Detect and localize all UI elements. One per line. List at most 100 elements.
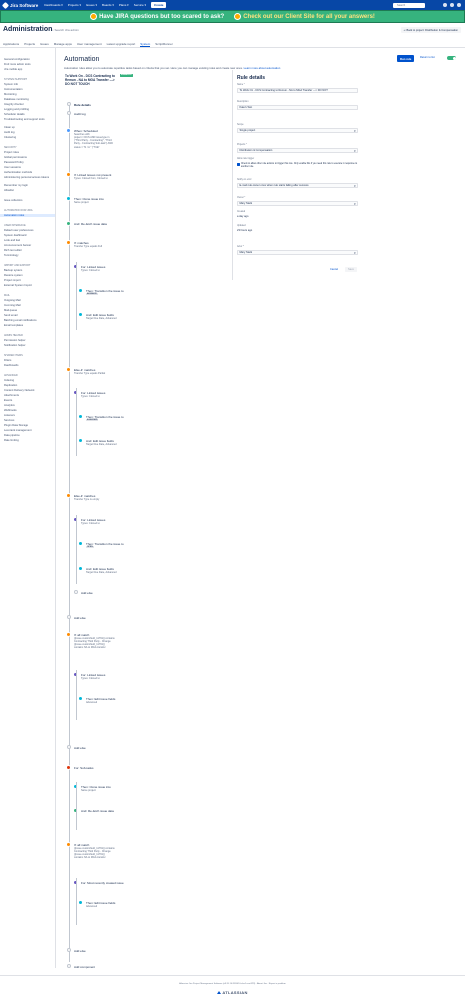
sidebar-item[interactable]: Incoming Mail	[4, 304, 21, 307]
sidebar-item[interactable]: Clustering	[4, 136, 16, 139]
top-nav-item[interactable]: Dashboards ▾	[44, 3, 63, 7]
cancel-button[interactable]: Cancel	[330, 268, 338, 271]
save-button[interactable]: Save	[345, 267, 357, 272]
settings-icon[interactable]	[450, 3, 454, 7]
sidebar-item[interactable]: Events	[4, 399, 12, 402]
sidebar-item[interactable]: Global permissions	[4, 156, 27, 159]
sidebar-item[interactable]: Webhooks	[4, 409, 17, 412]
flow-component-title[interactable]: Then: Transition the issue to	[86, 289, 124, 293]
sidebar-item[interactable]: Monitoring	[4, 93, 17, 96]
field-input[interactable]: Distribution & Compensation	[237, 148, 358, 153]
sidebar-item[interactable]: Send email	[4, 314, 17, 317]
sidebar-item[interactable]: Issue collectors	[4, 199, 23, 202]
field-input[interactable]: Single project	[237, 128, 358, 133]
flow-component-title[interactable]: For: Sub-tasks	[74, 766, 94, 770]
sidebar-item[interactable]: Dashboards	[4, 364, 19, 367]
rule-nav-item[interactable]: Rule details	[74, 103, 91, 107]
sidebar-item[interactable]: Filters	[4, 359, 11, 362]
rule-enabled-toggle[interactable]	[447, 56, 456, 60]
sidebar-item[interactable]: Services	[4, 419, 14, 422]
sidebar-item[interactable]: Project roles	[4, 151, 19, 154]
sidebar-item[interactable]: Backup system	[4, 269, 22, 272]
field-input[interactable]: Kate's Test	[237, 105, 358, 110]
top-nav-item[interactable]: Issues ▾	[86, 3, 97, 7]
sidebar-item[interactable]: User sessions	[4, 166, 21, 169]
help-icon[interactable]	[443, 3, 447, 7]
sidebar-item[interactable]: Plugin Data Storage	[4, 424, 28, 427]
flow-component-title[interactable]: Then: Transition the issue to	[86, 415, 124, 419]
sidebar-item[interactable]: Attachments	[4, 394, 19, 397]
sidebar-item[interactable]: Replication	[4, 384, 17, 387]
top-nav-item[interactable]: Projects ▾	[68, 3, 81, 7]
sidebar-item[interactable]: Remember my login	[4, 184, 28, 187]
sidebar-item[interactable]: Logging and profiling	[4, 108, 29, 111]
top-nav-item[interactable]: Boards ▾	[102, 3, 114, 7]
footer-links[interactable]: Atlassian Jira Project Management Softwa…	[0, 983, 465, 985]
sidebar-item[interactable]: Lexorank management	[4, 429, 32, 432]
sidebar-item[interactable]: Listeners	[4, 414, 15, 417]
field-input[interactable]: E-mail rule owner once when rule starts …	[237, 183, 358, 188]
sidebar-item[interactable]: Mail queue	[4, 309, 17, 312]
sidebar-item[interactable]: Database monitoring	[4, 98, 29, 101]
sidebar-item[interactable]: Email templates	[4, 324, 23, 327]
flow-component-title[interactable]: Add else	[74, 949, 86, 953]
sidebar-item[interactable]: Administering personal access tokens	[4, 176, 49, 179]
sidebar-item[interactable]: Data pipeline	[4, 434, 20, 437]
sidebar-item[interactable]: Audit log	[4, 131, 14, 134]
sidebar-item[interactable]: Rate limiting	[4, 439, 19, 442]
sidebar-item[interactable]: External System Import	[4, 284, 32, 287]
field-input[interactable]: To Work On - DCS Contracting to Remun - …	[237, 88, 358, 93]
sidebar-item[interactable]: System info	[4, 83, 18, 86]
flow-component-title[interactable]: For: Most recently created issue	[81, 881, 124, 885]
sidebar-item[interactable]: Allowlist	[4, 189, 14, 192]
sidebar-item[interactable]: Terminology	[4, 254, 19, 257]
flow-component-title[interactable]: And: Re-fetch issue data	[81, 809, 114, 813]
sidebar-item[interactable]: Find more admin tools	[4, 63, 31, 66]
rule-nav-item[interactable]: Audit log	[74, 112, 86, 116]
back-to-project-button[interactable]: ↩ Back to project: Distribution & Compen…	[400, 27, 461, 33]
top-nav-item[interactable]: Service ▾	[134, 3, 146, 7]
sidebar-item[interactable]: Authentication methods	[4, 171, 32, 174]
top-nav-item[interactable]: Plans ▾	[119, 3, 129, 7]
sidebar-item[interactable]: Instrumentation	[4, 88, 23, 91]
sidebar-item[interactable]: Scheduler details	[4, 113, 25, 116]
return-to-list-link[interactable]: Return to list	[420, 56, 435, 59]
sidebar-item[interactable]: Clean up	[4, 126, 15, 129]
sidebar-item[interactable]: Permission helper	[4, 339, 26, 342]
sidebar-item[interactable]: Analytics	[4, 404, 15, 407]
add-else-button[interactable]: Add else	[81, 591, 93, 595]
sidebar-item[interactable]: Jira mobile app	[4, 68, 22, 71]
banner-link[interactable]: Check out our Client Site for all your a…	[243, 14, 375, 20]
sidebar-item[interactable]: Outgoing Mail	[4, 299, 21, 302]
avatar[interactable]	[457, 3, 461, 7]
sidebar-item[interactable]: Batching email notifications	[4, 319, 37, 322]
sidebar-item[interactable]: Notification helper	[4, 344, 26, 347]
create-button[interactable]: Create	[151, 2, 167, 8]
sidebar-item[interactable]: System dashboard	[4, 234, 26, 237]
jira-logo[interactable]: Jira Software	[1, 1, 38, 9]
allow-trigger-checkbox[interactable]	[237, 163, 240, 166]
flow-component-title[interactable]: Add component	[74, 965, 95, 969]
top-search-input[interactable]: Search	[393, 2, 425, 8]
sidebar-item[interactable]: Indexing	[4, 379, 14, 382]
sidebar-item[interactable]: Restore system	[4, 274, 23, 277]
sidebar-item[interactable]: Troubleshooting and support tools	[4, 118, 45, 121]
flow-component-title[interactable]: Add else	[74, 746, 86, 750]
sidebar-item[interactable]: Automation rules	[0, 214, 55, 217]
sidebar-item[interactable]: Default user preferences	[4, 229, 33, 232]
sidebar-item[interactable]: Integrity checker	[4, 103, 24, 106]
sidebar-item[interactable]: Announcement banner	[4, 244, 31, 247]
sidebar-item[interactable]: Look and feel	[4, 239, 20, 242]
sidebar-item[interactable]: General configuration	[4, 58, 30, 61]
run-rule-button[interactable]: Run rule	[397, 55, 415, 62]
admin-search-input[interactable]: ⌕ Search Jira admin	[52, 28, 79, 32]
flow-component-title[interactable]: Then: Transition the issue to	[86, 542, 124, 546]
sidebar-item[interactable]: Password Policy	[4, 161, 24, 164]
sidebar-item[interactable]: Rich text editor	[4, 249, 22, 252]
flow-component-title[interactable]: Add else	[74, 616, 86, 620]
sidebar-item[interactable]: Content Delivery Network	[4, 389, 34, 392]
sidebar-item[interactable]: Project import	[4, 279, 21, 282]
field-input[interactable]: Mary Stark	[237, 201, 358, 206]
field-input[interactable]: Mary Stark	[237, 250, 358, 255]
flow-component-title[interactable]: And: Re-fetch issue data	[74, 222, 107, 226]
